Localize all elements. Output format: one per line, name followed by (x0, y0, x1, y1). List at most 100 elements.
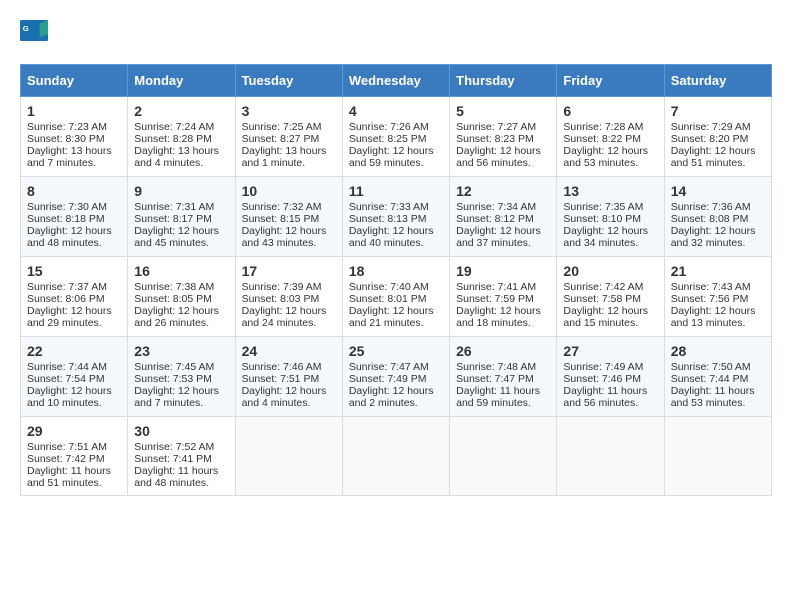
sunrise-text: Sunrise: 7:31 AM (134, 201, 214, 213)
daylight-text: Daylight: 12 hours and 56 minutes. (456, 145, 541, 169)
calendar-cell: 4Sunrise: 7:26 AMSunset: 8:25 PMDaylight… (342, 97, 449, 177)
sunrise-text: Sunrise: 7:35 AM (563, 201, 643, 213)
calendar-cell: 10Sunrise: 7:32 AMSunset: 8:15 PMDayligh… (235, 177, 342, 257)
daylight-text: Daylight: 12 hours and 21 minutes. (349, 305, 434, 329)
day-number: 30 (134, 423, 228, 439)
sunrise-text: Sunrise: 7:25 AM (242, 121, 322, 133)
daylight-text: Daylight: 11 hours and 51 minutes. (27, 465, 111, 489)
header-wednesday: Wednesday (342, 65, 449, 97)
calendar-cell: 11 Sunrise: 7:33 AMSunset: 8:13 PMDayligh… (342, 177, 449, 257)
sunset-text: Sunset: 8:05 PM (134, 293, 212, 305)
day-number: 29 (27, 423, 121, 439)
day-number: 26 (456, 343, 550, 359)
sunrise-text: Sunrise: 7:37 AM (27, 281, 107, 293)
daylight-text: Daylight: 11 hours and 53 minutes. (671, 385, 755, 409)
daylight-text: Daylight: 12 hours and 13 minutes. (671, 305, 756, 329)
calendar-cell: 19 Sunrise: 7:41 AMSunset: 7:59 PMDayligh… (450, 257, 557, 337)
calendar-cell (557, 417, 664, 496)
header: G (20, 20, 772, 48)
daylight-text: Daylight: 12 hours and 26 minutes. (134, 305, 219, 329)
sunset-text: Sunset: 8:30 PM (27, 133, 105, 145)
sunset-text: Sunset: 8:25 PM (349, 133, 427, 145)
sunrise-text: Sunrise: 7:39 AM (242, 281, 322, 293)
daylight-text: Daylight: 12 hours and 48 minutes. (27, 225, 112, 249)
day-number: 7 (671, 103, 765, 119)
sunrise-text: Sunrise: 7:44 AM (27, 361, 107, 373)
day-number: 17 (242, 263, 336, 279)
day-number: 18 (349, 263, 443, 279)
calendar-cell (235, 417, 342, 496)
sunrise-text: Sunrise: 7:28 AM (563, 121, 643, 133)
daylight-text: Daylight: 12 hours and 53 minutes. (563, 145, 648, 169)
sunrise-text: Sunrise: 7:26 AM (349, 121, 429, 133)
calendar-cell: 20Sunrise: 7:42 AMSunset: 7:58 PMDayligh… (557, 257, 664, 337)
calendar-cell: 1Sunrise: 7:23 AMSunset: 8:30 PMDaylight… (21, 97, 128, 177)
calendar-cell: 23Sunrise: 7:45 AMSunset: 7:53 PMDayligh… (128, 337, 235, 417)
sunset-text: Sunset: 7:56 PM (671, 293, 749, 305)
calendar-cell: 30Sunrise: 7:52 AMSunset: 7:41 PMDayligh… (128, 417, 235, 496)
sunset-text: Sunset: 7:58 PM (563, 293, 641, 305)
calendar-cell: 16Sunrise: 7:38 AMSunset: 8:05 PMDayligh… (128, 257, 235, 337)
sunset-text: Sunset: 8:22 PM (563, 133, 641, 145)
logo-icon: G (20, 20, 48, 48)
daylight-text: Daylight: 12 hours and 45 minutes. (134, 225, 219, 249)
header-friday: Friday (557, 65, 664, 97)
sunset-text: Sunset: 8:03 PM (242, 293, 320, 305)
sunset-text: Sunset: 7:44 PM (671, 373, 749, 385)
daylight-text: Daylight: 11 hours and 56 minutes. (563, 385, 647, 409)
calendar-cell: 29Sunrise: 7:51 AMSunset: 7:42 PMDayligh… (21, 417, 128, 496)
sunrise-text: Sunrise: 7:42 AM (563, 281, 643, 293)
sunrise-text: Sunrise: 7:33 AM (349, 201, 429, 213)
daylight-text: Daylight: 12 hours and 24 minutes. (242, 305, 327, 329)
sunrise-text: Sunrise: 7:40 AM (349, 281, 429, 293)
calendar-cell (450, 417, 557, 496)
day-number: 25 (349, 343, 443, 359)
calendar-cell (342, 417, 449, 496)
day-number: 3 (242, 103, 336, 119)
sunset-text: Sunset: 7:46 PM (563, 373, 641, 385)
sunrise-text: Sunrise: 7:45 AM (134, 361, 214, 373)
sunrise-text: Sunrise: 7:51 AM (27, 441, 107, 453)
sunrise-text: Sunrise: 7:52 AM (134, 441, 214, 453)
daylight-text: Daylight: 12 hours and 7 minutes. (134, 385, 219, 409)
calendar-cell: 27Sunrise: 7:49 AMSunset: 7:46 PMDayligh… (557, 337, 664, 417)
day-number: 19 (456, 263, 550, 279)
day-number: 12 (456, 183, 550, 199)
logo: G (20, 20, 52, 48)
day-number: 4 (349, 103, 443, 119)
header-saturday: Saturday (664, 65, 771, 97)
day-number: 14 (671, 183, 765, 199)
daylight-text: Daylight: 12 hours and 51 minutes. (671, 145, 756, 169)
day-number: 11 (349, 183, 443, 199)
calendar-cell: 7Sunrise: 7:29 AMSunset: 8:20 PMDaylight… (664, 97, 771, 177)
calendar-cell: 17 Sunrise: 7:39 AMSunset: 8:03 PMDayligh… (235, 257, 342, 337)
sunrise-text: Sunrise: 7:23 AM (27, 121, 107, 133)
sunrise-text: Sunrise: 7:48 AM (456, 361, 536, 373)
sunrise-text: Sunrise: 7:43 AM (671, 281, 751, 293)
sunset-text: Sunset: 7:59 PM (456, 293, 534, 305)
sunrise-text: Sunrise: 7:29 AM (671, 121, 751, 133)
daylight-text: Daylight: 11 hours and 59 minutes. (456, 385, 540, 409)
sunrise-text: Sunrise: 7:41 AM (456, 281, 536, 293)
sunset-text: Sunset: 8:10 PM (563, 213, 641, 225)
day-number: 22 (27, 343, 121, 359)
sunset-text: Sunset: 8:06 PM (27, 293, 105, 305)
day-number: 21 (671, 263, 765, 279)
calendar-cell: 28Sunrise: 7:50 AMSunset: 7:44 PMDayligh… (664, 337, 771, 417)
sunrise-text: Sunrise: 7:24 AM (134, 121, 214, 133)
sunset-text: Sunset: 7:51 PM (242, 373, 320, 385)
daylight-text: Daylight: 13 hours and 7 minutes. (27, 145, 112, 169)
calendar-cell: 9Sunrise: 7:31 AMSunset: 8:17 PMDaylight… (128, 177, 235, 257)
daylight-text: Daylight: 12 hours and 15 minutes. (563, 305, 648, 329)
day-number: 28 (671, 343, 765, 359)
sunset-text: Sunset: 8:27 PM (242, 133, 320, 145)
sunset-text: Sunset: 8:13 PM (349, 213, 427, 225)
day-number: 23 (134, 343, 228, 359)
daylight-text: Daylight: 11 hours and 48 minutes. (134, 465, 218, 489)
calendar-cell: 8Sunrise: 7:30 AMSunset: 8:18 PMDaylight… (21, 177, 128, 257)
daylight-text: Daylight: 12 hours and 18 minutes. (456, 305, 541, 329)
header-sunday: Sunday (21, 65, 128, 97)
daylight-text: Daylight: 12 hours and 40 minutes. (349, 225, 434, 249)
calendar-cell: 15Sunrise: 7:37 AMSunset: 8:06 PMDayligh… (21, 257, 128, 337)
daylight-text: Daylight: 13 hours and 1 minute. (242, 145, 327, 169)
